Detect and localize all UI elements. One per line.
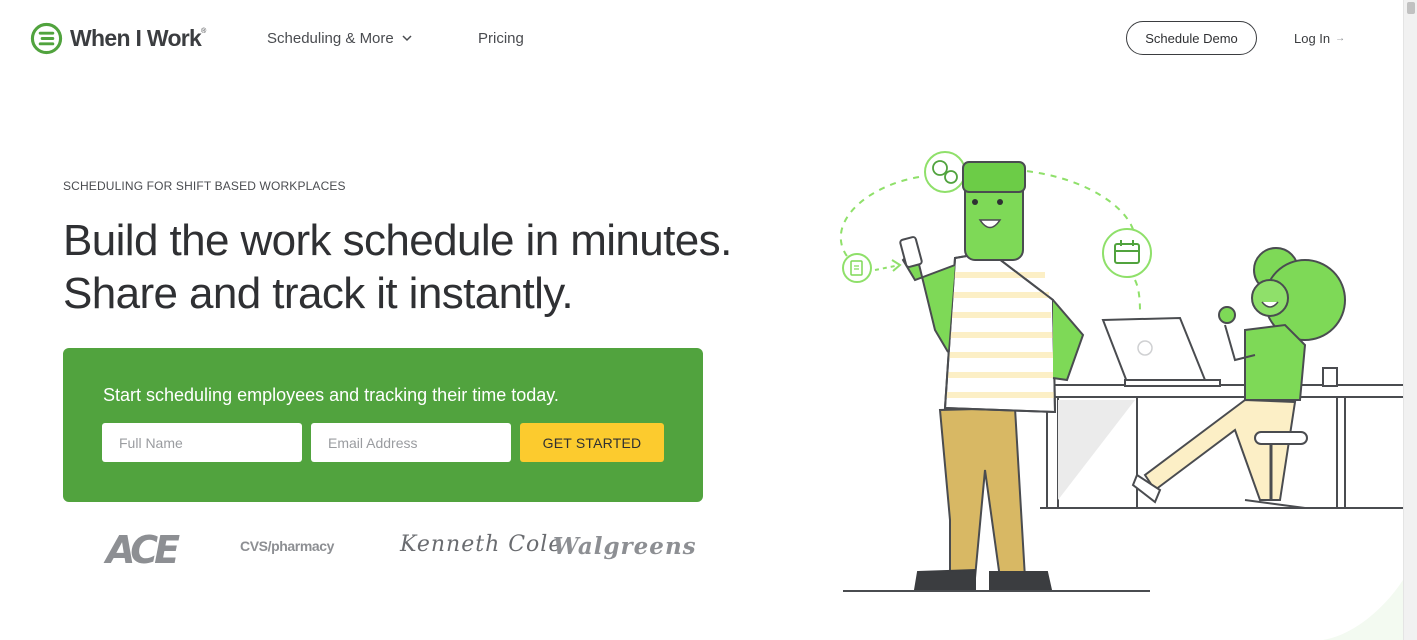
chevron-down-icon [402, 34, 412, 41]
chat-bubbles-icon [924, 151, 966, 193]
login-link[interactable]: Log In → [1294, 31, 1345, 46]
kenneth-cole-logo: Kenneth Cole [400, 532, 563, 557]
nav-pricing-label: Pricing [478, 30, 524, 47]
signup-panel: Start scheduling employees and tracking … [63, 348, 703, 502]
schedule-demo-button[interactable]: Schedule Demo [1126, 21, 1257, 55]
when-i-work-logo-icon [30, 22, 63, 55]
brand-logo[interactable]: When I Work® [30, 22, 206, 55]
cvs-pharmacy-logo: CVS/pharmacy [240, 538, 335, 554]
nav-scheduling-more[interactable]: Scheduling & More [267, 30, 412, 47]
ace-logo: ACE [106, 528, 180, 572]
hero-illustration [839, 151, 1405, 592]
logo-wordmark: When I Work® [70, 25, 206, 51]
get-started-button[interactable]: GET STARTED [520, 423, 664, 462]
signup-title: Start scheduling employees and tracking … [103, 385, 559, 405]
hero-eyebrow: SCHEDULING FOR SHIFT BASED WORKPLACES [63, 179, 346, 193]
hero-headline: Build the work schedule in minutes. Shar… [63, 214, 823, 320]
walgreens-logo: Walgreens [553, 533, 697, 560]
site-header: When I Work® Scheduling & More Pricing S… [0, 0, 1403, 78]
full-name-input[interactable] [102, 423, 302, 462]
headline-line-2: Share and track it instantly. [63, 269, 574, 318]
headline-line-1: Build the work schedule in minutes. [63, 216, 732, 265]
page-scrollbar[interactable] [1403, 0, 1417, 640]
nav-scheduling-label: Scheduling & More [267, 30, 394, 47]
arrow-right-icon: → [1335, 33, 1346, 44]
document-icon [842, 253, 872, 283]
nav-pricing[interactable]: Pricing [478, 30, 524, 47]
scrollbar-thumb[interactable] [1407, 2, 1415, 14]
email-input[interactable] [311, 423, 511, 462]
login-label: Log In [1294, 31, 1331, 46]
calendar-icon [1102, 228, 1152, 278]
decorative-corner-shape [1323, 580, 1403, 640]
